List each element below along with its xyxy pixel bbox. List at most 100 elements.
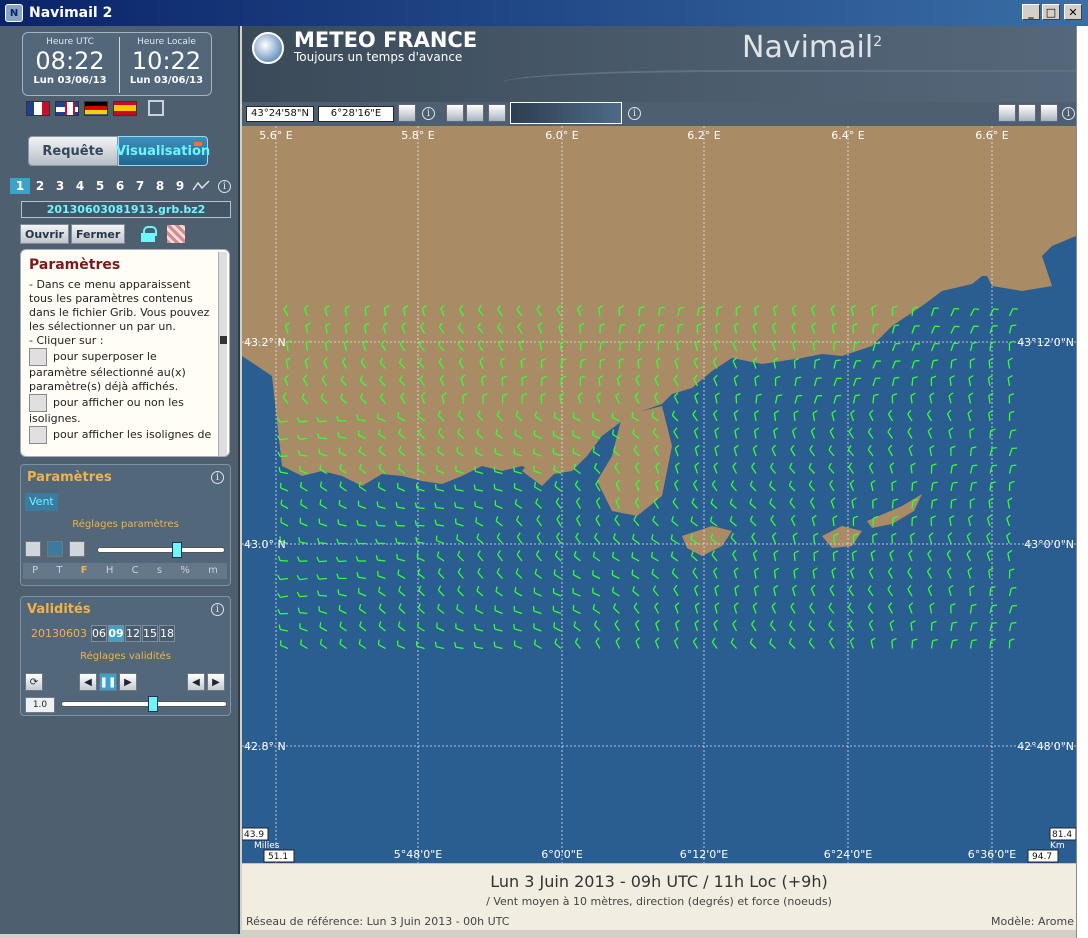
bottom-lon-label: 6°12'0"E — [680, 848, 729, 861]
open-button[interactable]: Ouvrir — [20, 224, 69, 244]
help-scrollbar[interactable] — [218, 252, 227, 456]
zoom-out-icon[interactable] — [466, 104, 484, 122]
fullscreen-icon[interactable] — [148, 100, 164, 116]
print-icon[interactable] — [998, 104, 1016, 122]
file-name: 20130603081913.grb.bz2 — [21, 201, 231, 218]
param-letter-c[interactable]: C — [132, 563, 139, 579]
isolines-icon — [29, 394, 47, 412]
info-icon[interactable]: i — [1062, 107, 1075, 120]
flag-uk-icon[interactable] — [55, 100, 79, 116]
right-lat-label: 43°0'0"N — [1024, 538, 1074, 551]
params-slider[interactable] — [97, 542, 225, 558]
info-icon[interactable]: i — [211, 471, 224, 484]
param-vent[interactable]: Vent — [25, 493, 58, 511]
file-tab-3[interactable]: 3 — [50, 178, 70, 194]
close-button[interactable]: ✕ — [1064, 4, 1082, 20]
tab-request[interactable]: Requête — [28, 136, 118, 166]
local-label: Heure Locale — [137, 37, 196, 47]
app-icon: N — [5, 4, 23, 22]
refresh-icon[interactable]: ⟳ — [25, 673, 43, 691]
local-date: Lun 03/06/13 — [129, 75, 204, 86]
hour-18[interactable]: 18 — [159, 625, 175, 642]
validities-slider-knob[interactable] — [147, 696, 158, 712]
overlay-icon[interactable] — [25, 541, 41, 557]
minimap[interactable] — [510, 102, 622, 124]
weather-map[interactable]: 5.6° E 5.8° E 6.0° E 6.2° E 6.4° E 6.6° E 5°48… — [242, 126, 1076, 863]
globe-icon[interactable] — [398, 104, 416, 122]
utc-clock: Heure UTC 08:22 Lun 03/06/13 — [23, 37, 117, 86]
hour-06[interactable]: 06 — [91, 625, 107, 642]
local-time: 10:22 — [131, 47, 202, 75]
window-titlebar: N Navimail 2 _ □ ✕ — [0, 0, 1088, 26]
param-letter-h[interactable]: H — [106, 563, 114, 579]
graph-icon[interactable] — [190, 178, 212, 194]
right-lat-label: 43°12'0"N — [1017, 336, 1074, 349]
bottom-lon-label: 6°24'0"E — [824, 848, 873, 861]
top-lon-label: 6.4° E — [831, 129, 864, 142]
product-name: Navimail2 — [742, 30, 883, 65]
file-tab-8[interactable]: 8 — [150, 178, 170, 194]
zoom-in-icon[interactable] — [446, 104, 464, 122]
background-window-edge — [1076, 26, 1088, 938]
top-lon-label: 5.8° E — [401, 129, 434, 142]
left-lat-label: 42.8° N — [244, 740, 286, 753]
right-lat-label: 42°48'0"N — [1017, 740, 1074, 753]
file-tab-2[interactable]: 2 — [30, 178, 50, 194]
params-slider-knob[interactable] — [172, 542, 183, 558]
param-letter-m[interactable]: m — [208, 563, 218, 579]
flag-de-icon[interactable] — [84, 100, 108, 116]
utc-label: Heure UTC — [46, 37, 94, 47]
file-tab-1[interactable]: 1 — [10, 178, 30, 194]
status-footer: Lun 3 Juin 2013 - 09h UTC / 11h Loc (+9h… — [242, 863, 1076, 930]
validities-slider[interactable] — [61, 696, 227, 712]
info-icon[interactable]: i — [422, 107, 435, 120]
edit-icon[interactable] — [1018, 104, 1036, 122]
help-box: Paramètres - Dans ce menu apparaissent t… — [20, 249, 230, 457]
help-icon[interactable] — [1040, 104, 1058, 122]
tab-visualisation[interactable]: Visualisation — [116, 136, 210, 166]
lock-icon[interactable] — [141, 226, 158, 242]
isolines-icon[interactable] — [47, 541, 63, 557]
params-title: Paramètres — [27, 470, 112, 485]
validities-settings-label: Réglages validités — [80, 651, 171, 662]
hour-12[interactable]: 12 — [125, 625, 141, 642]
info-icon[interactable]: i — [628, 107, 641, 120]
help-text-3: pour superposer le paramètre sélectionné… — [29, 350, 186, 393]
left-lat-label: 43.2° N — [244, 336, 286, 349]
model-name: Modèle: Arome — [990, 915, 1074, 928]
map-view[interactable]: 5.6° E 5.8° E 6.0° E 6.2° E 6.4° E 6.6° E 5°48… — [242, 126, 1076, 863]
file-tab-5[interactable]: 5 — [90, 178, 110, 194]
brand-name: METEO FRANCE — [294, 28, 478, 52]
maximize-button[interactable]: □ — [1042, 4, 1060, 20]
top-lon-label: 6.0° E — [545, 129, 578, 142]
hour-15[interactable]: 15 — [142, 625, 158, 642]
eye-icon[interactable] — [69, 541, 85, 557]
pause-icon[interactable]: ❚❚ — [99, 673, 117, 691]
next-icon[interactable]: ▶ — [207, 673, 225, 691]
file-tab-9[interactable]: 9 — [170, 178, 190, 194]
info-icon[interactable]: i — [211, 603, 224, 616]
param-letter-p[interactable]: P — [32, 563, 38, 579]
reference-run: Réseau de référence: Lun 3 Juin 2013 - 0… — [246, 915, 510, 928]
file-tab-7[interactable]: 7 — [130, 178, 150, 194]
step-forward-icon[interactable]: ▶ — [119, 673, 137, 691]
close-file-button[interactable]: Fermer — [70, 224, 126, 244]
step-back-icon[interactable]: ◀ — [79, 673, 97, 691]
language-flags — [26, 100, 164, 116]
flag-fr-icon[interactable] — [26, 100, 50, 116]
delete-icon[interactable] — [167, 225, 186, 243]
info-icon[interactable]: i — [218, 179, 231, 193]
file-tab-6[interactable]: 6 — [110, 178, 130, 194]
param-letter-t[interactable]: T — [56, 563, 62, 579]
minimize-button[interactable]: _ — [1022, 4, 1040, 20]
prev-icon[interactable]: ◀ — [187, 673, 205, 691]
help-text-1: - Dans ce menu apparaissent tous les par… — [29, 278, 210, 333]
param-letter-f[interactable]: F — [81, 563, 88, 579]
param-letter-percent[interactable]: % — [180, 563, 190, 579]
forecast-headline: Lun 3 Juin 2013 - 09h UTC / 11h Loc (+9h… — [490, 872, 828, 891]
flag-es-icon[interactable] — [113, 100, 137, 116]
param-letter-s[interactable]: s — [157, 563, 162, 579]
pan-icon[interactable] — [488, 104, 506, 122]
hour-09[interactable]: 09 — [108, 625, 124, 642]
file-tab-4[interactable]: 4 — [70, 178, 90, 194]
